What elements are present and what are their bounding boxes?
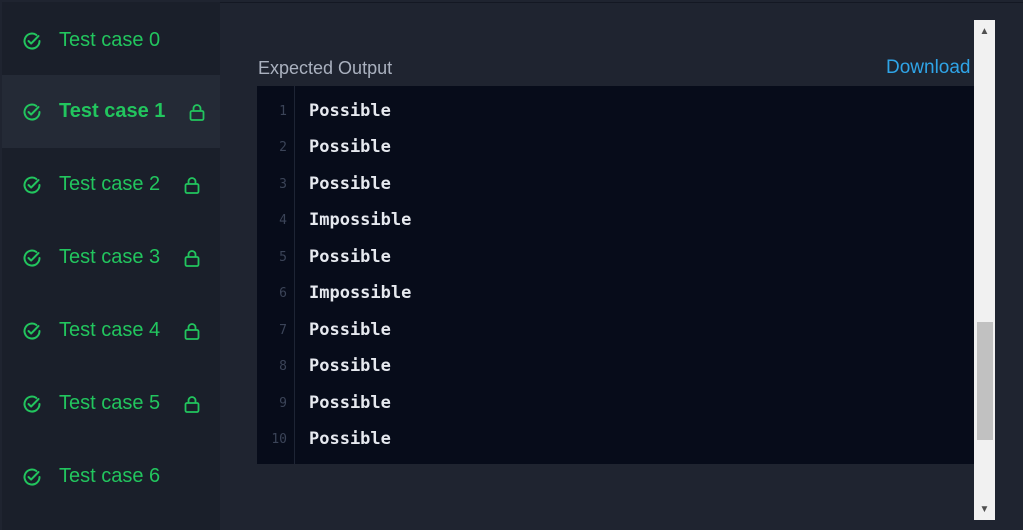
check-circle-icon	[22, 321, 42, 341]
line-text: Possible	[309, 247, 391, 267]
test-case-label: Test case 0	[59, 29, 161, 51]
output-line: 7 Possible	[257, 312, 974, 348]
test-case-label: Test case 6	[59, 465, 161, 487]
test-case-sidebar: Test case 0 Test case 1 Test case 2 Test…	[2, 2, 220, 530]
expected-output-title: Expected Output	[258, 58, 393, 78]
line-text: Possible	[309, 137, 391, 157]
test-case-label: Test case 4	[59, 319, 161, 341]
output-line: 8 Possible	[257, 348, 974, 384]
line-number: 9	[279, 396, 287, 411]
line-number: 5	[279, 250, 287, 265]
lock-icon	[182, 394, 202, 414]
test-case-1[interactable]: Test case 1	[2, 75, 220, 148]
check-circle-icon	[22, 175, 42, 195]
test-case-0[interactable]: Test case 0	[2, 4, 220, 77]
check-circle-icon	[22, 467, 42, 487]
output-line: 4 Impossible	[257, 202, 974, 238]
line-text: Possible	[309, 393, 391, 413]
check-circle-icon	[22, 102, 42, 122]
line-number: 4	[279, 213, 287, 228]
line-number: 7	[279, 323, 287, 338]
line-number: 3	[279, 177, 287, 192]
output-line: 5 Possible	[257, 239, 974, 275]
lock-icon	[187, 102, 207, 122]
download-link[interactable]: Download	[886, 57, 971, 79]
line-text: Impossible	[309, 283, 412, 303]
test-case-5[interactable]: Test case 5	[2, 367, 220, 440]
line-text: Possible	[309, 320, 391, 340]
output-line: 6 Impossible	[257, 275, 974, 311]
test-case-label: Test case 5	[59, 392, 161, 414]
test-case-4[interactable]: Test case 4	[2, 294, 220, 367]
test-case-6[interactable]: Test case 6	[2, 440, 220, 513]
output-line: 1 Possible	[257, 93, 974, 129]
test-case-label: Test case 3	[59, 246, 161, 268]
test-case-label: Test case 1	[59, 100, 166, 122]
line-text: Possible	[309, 356, 391, 376]
check-circle-icon	[22, 248, 42, 268]
check-circle-icon	[22, 394, 42, 414]
line-number: 1	[279, 104, 287, 119]
output-line: 10 Possible	[257, 421, 974, 457]
lock-icon	[182, 175, 202, 195]
check-circle-icon	[22, 31, 42, 51]
scrollbar-thumb[interactable]	[977, 322, 993, 440]
test-case-3[interactable]: Test case 3	[2, 221, 220, 294]
scroll-up-arrow-icon[interactable]: ▲	[974, 20, 995, 42]
line-number: 8	[279, 359, 287, 374]
line-text: Impossible	[309, 210, 412, 230]
output-line: 2 Possible	[257, 129, 974, 165]
output-line: 9 Possible	[257, 385, 974, 421]
lock-icon	[182, 248, 202, 268]
vertical-scrollbar[interactable]: ▲ ▼	[974, 20, 995, 520]
output-code-block: 1 Possible 2 Possible 3 Possible 4 Impos…	[257, 86, 974, 464]
test-case-label: Test case 2	[59, 173, 161, 195]
line-number: 10	[271, 432, 287, 447]
line-number: 2	[279, 140, 287, 155]
line-number: 6	[279, 286, 287, 301]
line-text: Possible	[309, 101, 391, 121]
test-case-2[interactable]: Test case 2	[2, 148, 220, 221]
scroll-down-arrow-icon[interactable]: ▼	[974, 498, 995, 520]
output-line: 3 Possible	[257, 166, 974, 202]
line-text: Possible	[309, 429, 391, 449]
line-text: Possible	[309, 174, 391, 194]
lock-icon	[182, 321, 202, 341]
